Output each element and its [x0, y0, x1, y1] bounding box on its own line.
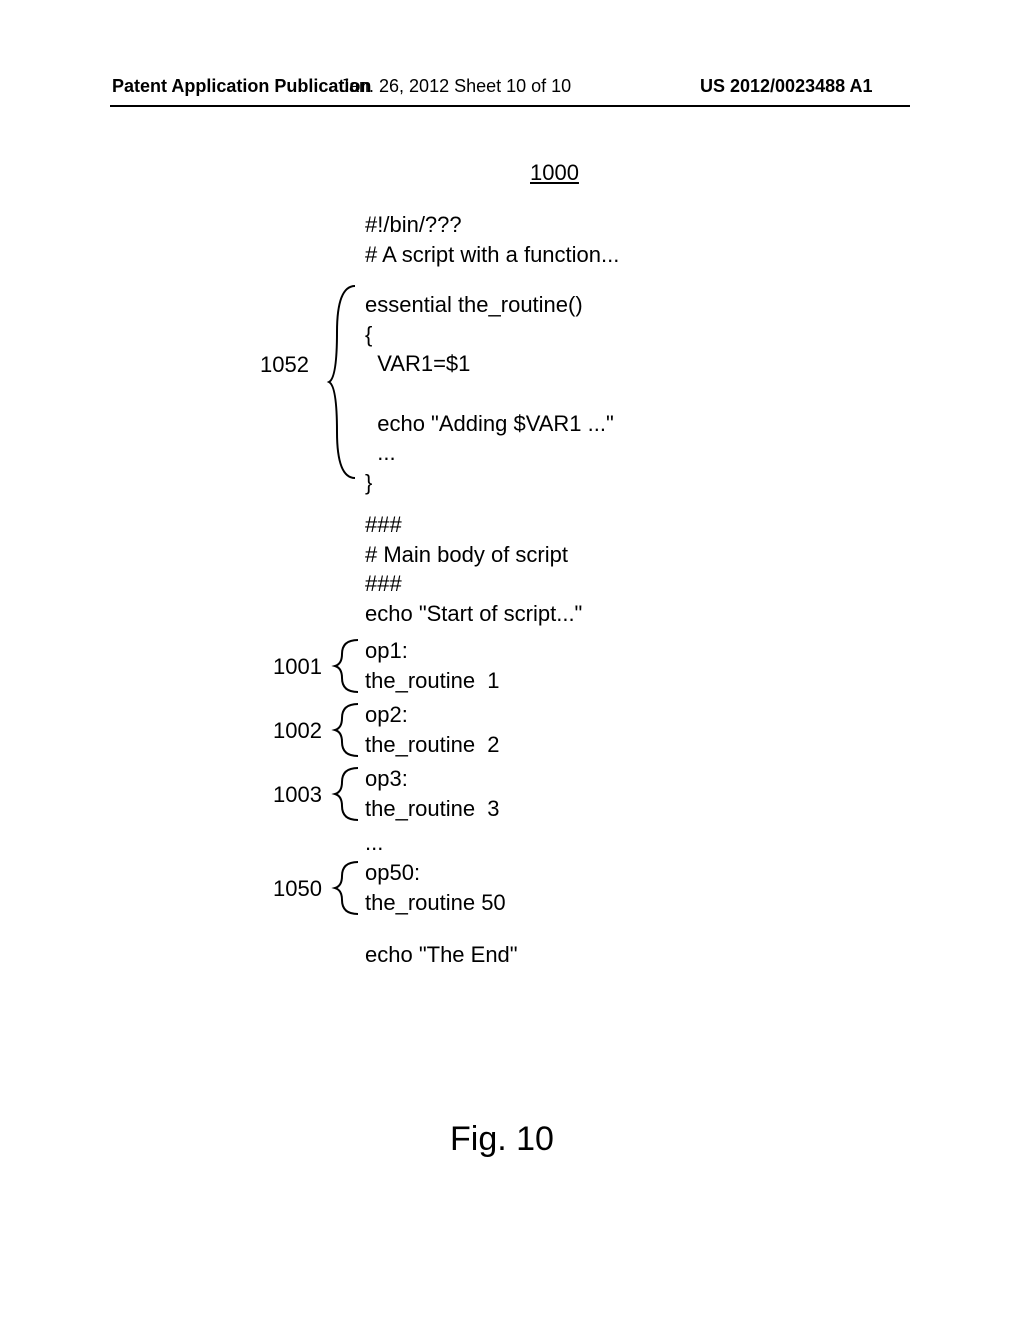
code-main: ### # Main body of script ### echo "Star…	[365, 510, 582, 629]
header-right: US 2012/0023488 A1	[700, 76, 872, 97]
brace-1050-icon	[330, 858, 362, 918]
code-end: echo "The End"	[365, 940, 518, 970]
label-1001: 1001	[273, 654, 322, 680]
label-1002: 1002	[273, 718, 322, 744]
figure-number: 1000	[530, 160, 579, 186]
code-op50: op50: the_routine 50	[365, 858, 506, 917]
header-center: Jan. 26, 2012 Sheet 10 of 10	[340, 76, 571, 97]
label-1050: 1050	[273, 876, 322, 902]
brace-1003-icon	[330, 764, 362, 824]
brace-1052-icon	[325, 282, 361, 482]
figure-caption: Fig. 10	[450, 1120, 554, 1159]
label-1003: 1003	[273, 782, 322, 808]
header-rule	[110, 105, 910, 107]
brace-1001-icon	[330, 636, 362, 696]
code-routine: essential the_routine() { VAR1=$1 echo "…	[365, 290, 614, 498]
code-op3: op3: the_routine 3	[365, 764, 500, 823]
code-op1: op1: the_routine 1	[365, 636, 500, 695]
code-op2: op2: the_routine 2	[365, 700, 500, 759]
code-shebang: #!/bin/??? # A script with a function...	[365, 210, 619, 269]
label-1052: 1052	[260, 352, 309, 378]
header-left: Patent Application Publication	[112, 76, 371, 97]
brace-1002-icon	[330, 700, 362, 760]
page: Patent Application Publication Jan. 26, …	[0, 0, 1024, 1320]
code-ellipsis: ...	[365, 828, 383, 858]
